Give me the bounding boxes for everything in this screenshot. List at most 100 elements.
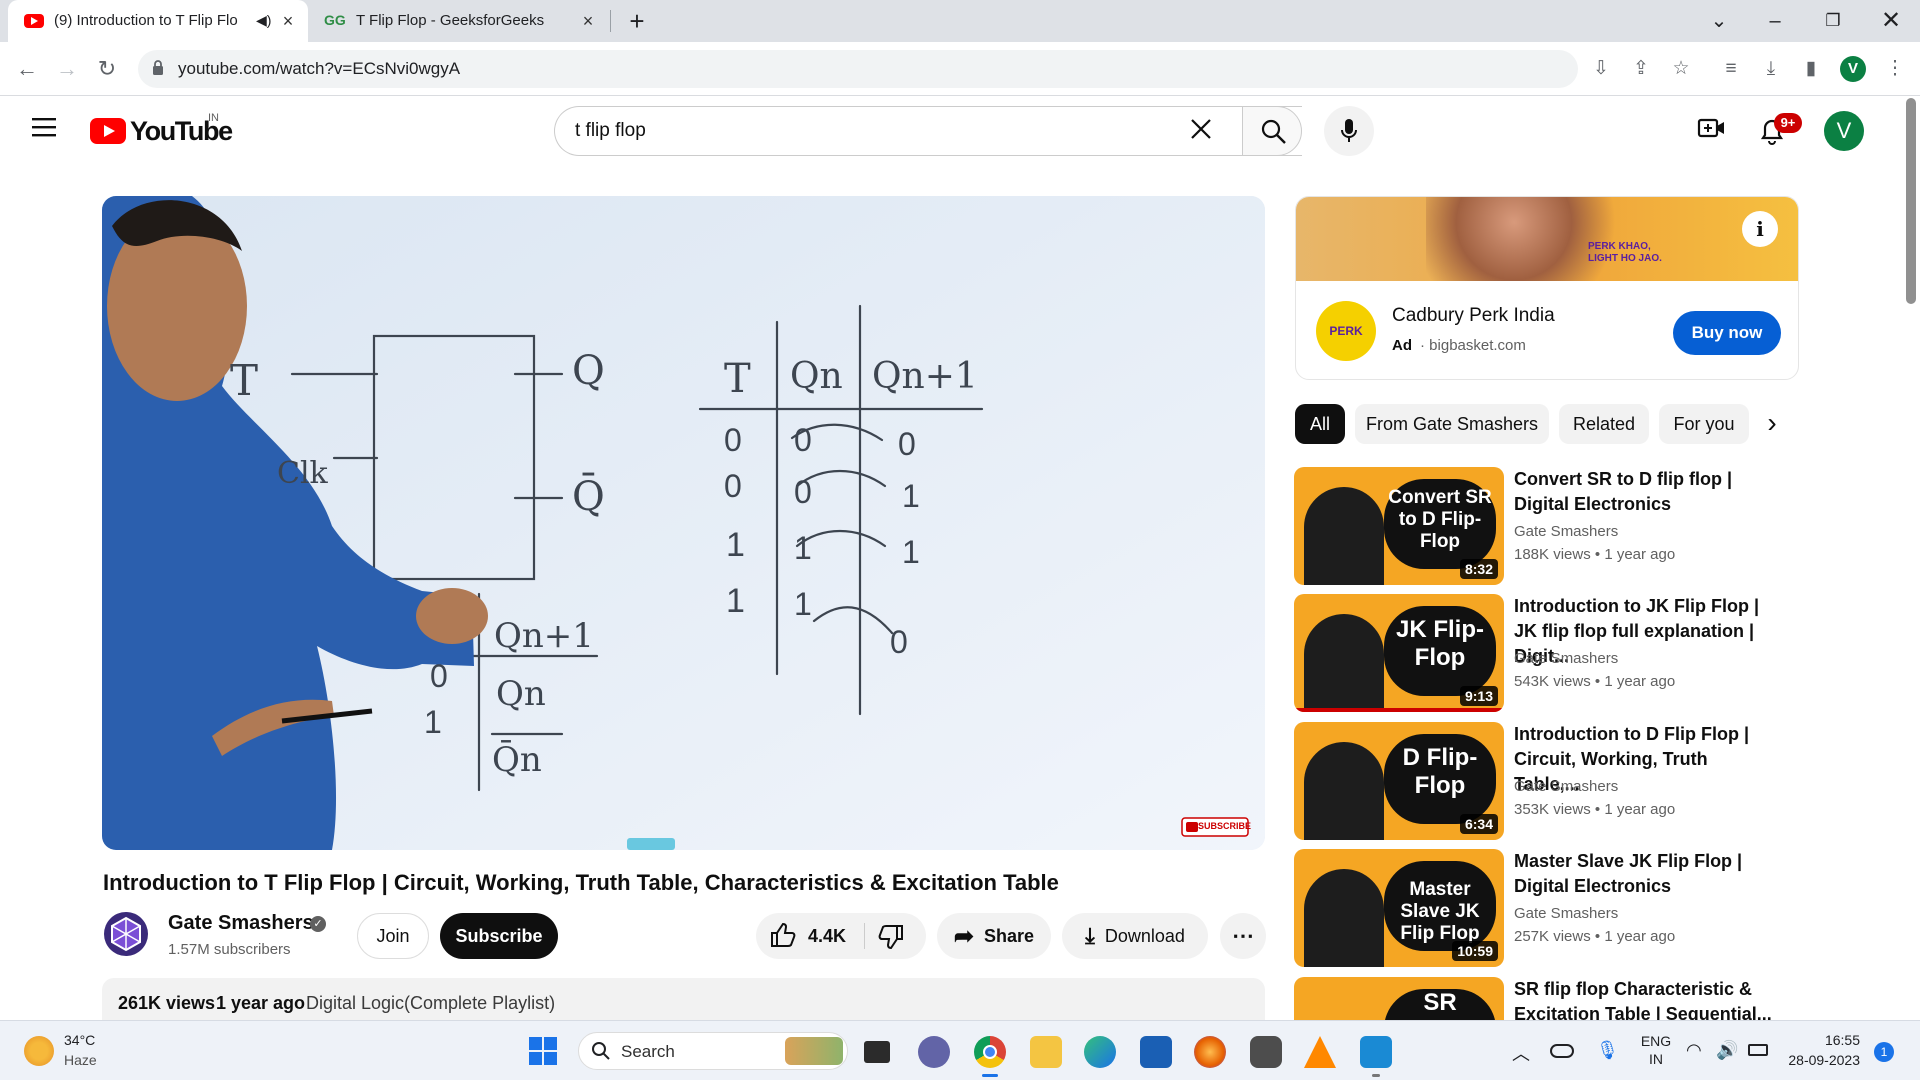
voice-search-button[interactable] [1324,106,1374,156]
youtube-logo[interactable]: YouTube IN [90,112,240,150]
tab-geeksforgeeks[interactable]: GG T Flip Flop - GeeksforGeeks × [312,0,608,42]
maximize-icon[interactable]: ❐ [1818,6,1848,36]
recommendation-channel[interactable]: Gate Smashers [1514,650,1618,667]
reload-icon[interactable]: ↻ [92,54,122,84]
task-view-icon[interactable] [864,1041,890,1063]
battery-icon[interactable] [1748,1044,1768,1056]
ad-banner[interactable]: PERK KHAO, LIGHT HO JAO. i [1296,197,1798,281]
edge-icon[interactable] [1084,1036,1116,1068]
search-box[interactable]: t flip flop [554,106,1302,156]
weather-temp[interactable]: 34°C [64,1032,95,1048]
onedrive-icon[interactable] [1550,1044,1574,1058]
like-dislike-group: 4.4K [756,913,926,959]
download-button[interactable]: ⤓ Download [1062,913,1208,959]
chip-from-channel[interactable]: From Gate Smashers [1355,404,1549,444]
chips-next-chevron-icon[interactable]: › [1752,404,1792,444]
recommendation-item[interactable]: Master Slave JK Flip Flop 10:59 Master S… [1294,849,1814,969]
recommendation-item[interactable]: D Flip-Flop 6:34 Introduction to D Flip … [1294,722,1814,842]
tab-search-chevron-icon[interactable]: ⌄ [1704,6,1734,36]
whiteboard-frame [102,196,1265,850]
search-input[interactable]: t flip flop [575,120,646,142]
ad-card[interactable]: PERK KHAO, LIGHT HO JAO. i PERK Cadbury … [1295,196,1799,380]
volume-icon[interactable]: 🔊 [1716,1040,1738,1061]
clear-search-icon[interactable] [1187,115,1217,145]
install-app-icon[interactable]: ⇩ [1586,54,1616,84]
ad-info-icon[interactable]: i [1742,211,1778,247]
dislike-icon[interactable] [878,923,906,956]
share-page-icon[interactable]: ⇪ [1626,54,1656,84]
playlist-link[interactable]: Digital Logic(Complete Playlist) [306,993,555,1014]
language-code: ENG [1640,1033,1672,1049]
tab-mute-icon[interactable]: ◀︎) [256,12,271,29]
forward-arrow-icon[interactable]: → [52,54,82,84]
profile-avatar[interactable]: V [1840,56,1866,82]
recommendation-channel[interactable]: Gate Smashers [1514,523,1618,540]
minimize-icon[interactable]: – [1760,6,1790,36]
search-button[interactable] [1242,106,1302,156]
account-avatar[interactable]: V [1824,111,1864,151]
chrome-menu-icon[interactable]: ⋮ [1880,54,1910,84]
video-thumbnail[interactable]: JK Flip-Flop 9:13 [1294,594,1504,712]
vlc-icon[interactable] [1304,1036,1336,1068]
chrome-icon[interactable] [974,1036,1006,1068]
recommendation-title[interactable]: Convert SR to D flip flop | Digital Elec… [1514,467,1774,517]
ad-brand-name[interactable]: Cadbury Perk India [1392,305,1555,327]
tab-youtube[interactable]: (9) Introduction to T Flip Flo ◀︎) × [8,0,308,42]
thumb-bubble: JK Flip-Flop [1384,606,1496,696]
wifi-icon[interactable]: ◠ [1686,1040,1702,1061]
like-button[interactable]: 4.4K [768,921,868,951]
weather-icon[interactable] [24,1036,54,1066]
subscribe-button[interactable]: Subscribe [440,913,558,959]
subscribe-watermark[interactable]: SUBSCRIBE [1198,821,1251,831]
bookmark-star-icon[interactable]: ☆ [1666,54,1696,84]
clock-date: 28-09-2023 [1788,1052,1860,1068]
video-player[interactable]: T Clk Q Q̄ T Qn Qn+1 0 0 1 1 0 0 1 1 0 1… [102,196,1265,850]
video-thumbnail[interactable]: Convert SR to D Flip-Flop 8:32 [1294,467,1504,585]
chip-related[interactable]: Related [1559,404,1649,444]
chip-all[interactable]: All [1295,404,1345,444]
firefox-icon[interactable] [1194,1036,1226,1068]
notification-count-badge[interactable]: 1 [1874,1042,1894,1062]
video-thumbnail[interactable]: Master Slave JK Flip Flop 10:59 [1294,849,1504,967]
start-button[interactable] [528,1036,558,1066]
chip-for-you[interactable]: For you [1659,404,1749,444]
side-panel-icon[interactable]: ▮ [1796,54,1826,84]
channel-name[interactable]: Gate Smashers [168,912,314,935]
downloads-icon[interactable]: ⤓ [1756,54,1786,84]
recommendation-item[interactable]: JK Flip-Flop 9:13 Introduction to JK Fli… [1294,594,1814,714]
cortana-app-icon[interactable] [1360,1036,1392,1068]
tray-chevron-icon[interactable]: ︿ [1512,1040,1530,1066]
recommendation-channel[interactable]: Gate Smashers [1514,905,1618,922]
recommendation-item[interactable]: SR SR flip flop Characteristic & Excitat… [1294,977,1814,1020]
recommendation-title[interactable]: Master Slave JK Flip Flop | Digital Elec… [1514,849,1774,899]
file-explorer-icon[interactable] [1030,1036,1062,1068]
page-scrollbar[interactable] [1906,98,1916,304]
media-controls-icon[interactable]: ≡ [1716,54,1746,84]
close-icon[interactable]: × [578,11,598,31]
close-icon[interactable]: × [278,11,298,31]
taskbar-search[interactable]: Search [578,1032,848,1070]
microsoft-store-icon[interactable] [1140,1036,1172,1068]
microphone-tray-icon[interactable]: 🎙 [1596,1040,1619,1061]
hamburger-menu-icon[interactable] [30,116,60,146]
language-indicator[interactable]: ENG IN [1636,1032,1676,1068]
new-tab-button[interactable]: + [622,4,652,38]
board-qbar-label: Q̄ [572,474,605,520]
clock[interactable]: 16:55 28-09-2023 [1780,1030,1860,1070]
recommendation-channel[interactable]: Gate Smashers [1514,778,1618,795]
address-bar[interactable]: youtube.com/watch?v=ECsNvi0wgyA ⇩ ⇪ ☆ [138,50,1690,88]
video-thumbnail[interactable]: D Flip-Flop 6:34 [1294,722,1504,840]
recommendation-item[interactable]: Convert SR to D Flip-Flop 8:32 Convert S… [1294,467,1814,587]
window-close-icon[interactable]: ✕ [1876,6,1906,36]
more-actions-button[interactable]: ⋯ [1220,913,1266,959]
join-button[interactable]: Join [357,913,429,959]
recommendation-title[interactable]: SR flip flop Characteristic & Excitation… [1514,977,1774,1020]
create-video-icon[interactable] [1696,116,1728,146]
share-button[interactable]: ➦ Share [937,913,1051,959]
back-arrow-icon[interactable]: ← [12,54,42,84]
video-thumbnail[interactable]: SR [1294,977,1504,1020]
teams-chat-icon[interactable] [918,1036,950,1068]
channel-avatar[interactable] [104,912,148,956]
buy-now-button[interactable]: Buy now [1673,311,1781,355]
camera-icon[interactable] [1250,1036,1282,1068]
